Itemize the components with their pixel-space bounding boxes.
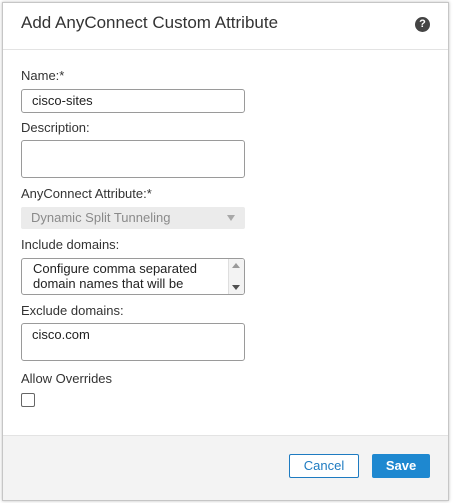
- anyconnect-attribute-label: AnyConnect Attribute:*: [21, 186, 152, 201]
- dialog-body: Name:* cisco-sites Description: AnyConne…: [3, 50, 448, 436]
- name-input[interactable]: cisco-sites: [21, 89, 245, 113]
- dialog-title: Add AnyConnect Custom Attribute: [21, 13, 279, 32]
- allow-overrides-label: Allow Overrides: [21, 371, 113, 386]
- include-domains-field[interactable]: Configure comma separated domain names t…: [21, 258, 245, 295]
- name-label: Name:*: [21, 68, 65, 83]
- anyconnect-attribute-select: Dynamic Split Tunneling: [21, 207, 245, 229]
- description-field[interactable]: [21, 140, 245, 178]
- scroll-down-arrow-icon[interactable]: [232, 285, 240, 290]
- allow-overrides-checkbox[interactable]: [21, 393, 35, 407]
- cancel-button[interactable]: Cancel: [289, 454, 359, 478]
- exclude-domains-field[interactable]: cisco.com: [21, 323, 245, 361]
- include-domains-text: Configure comma separated domain names t…: [33, 261, 198, 291]
- description-label: Description:: [21, 120, 90, 135]
- exclude-domains-label: Exclude domains:: [21, 303, 124, 318]
- include-domains-scrollbar[interactable]: [228, 259, 244, 294]
- question-mark-icon[interactable]: ?: [415, 17, 430, 32]
- scroll-up-arrow-icon[interactable]: [232, 263, 240, 268]
- save-button[interactable]: Save: [372, 454, 430, 478]
- dialog-header: Add AnyConnect Custom Attribute ?: [3, 3, 448, 50]
- include-domains-label: Include domains:: [21, 237, 120, 252]
- dialog-footer: Cancel Save: [3, 435, 448, 500]
- anyconnect-attribute-value: Dynamic Split Tunneling: [31, 210, 171, 225]
- add-custom-attribute-dialog: Add AnyConnect Custom Attribute ? Name:*…: [2, 2, 449, 501]
- chevron-down-icon: [227, 215, 235, 221]
